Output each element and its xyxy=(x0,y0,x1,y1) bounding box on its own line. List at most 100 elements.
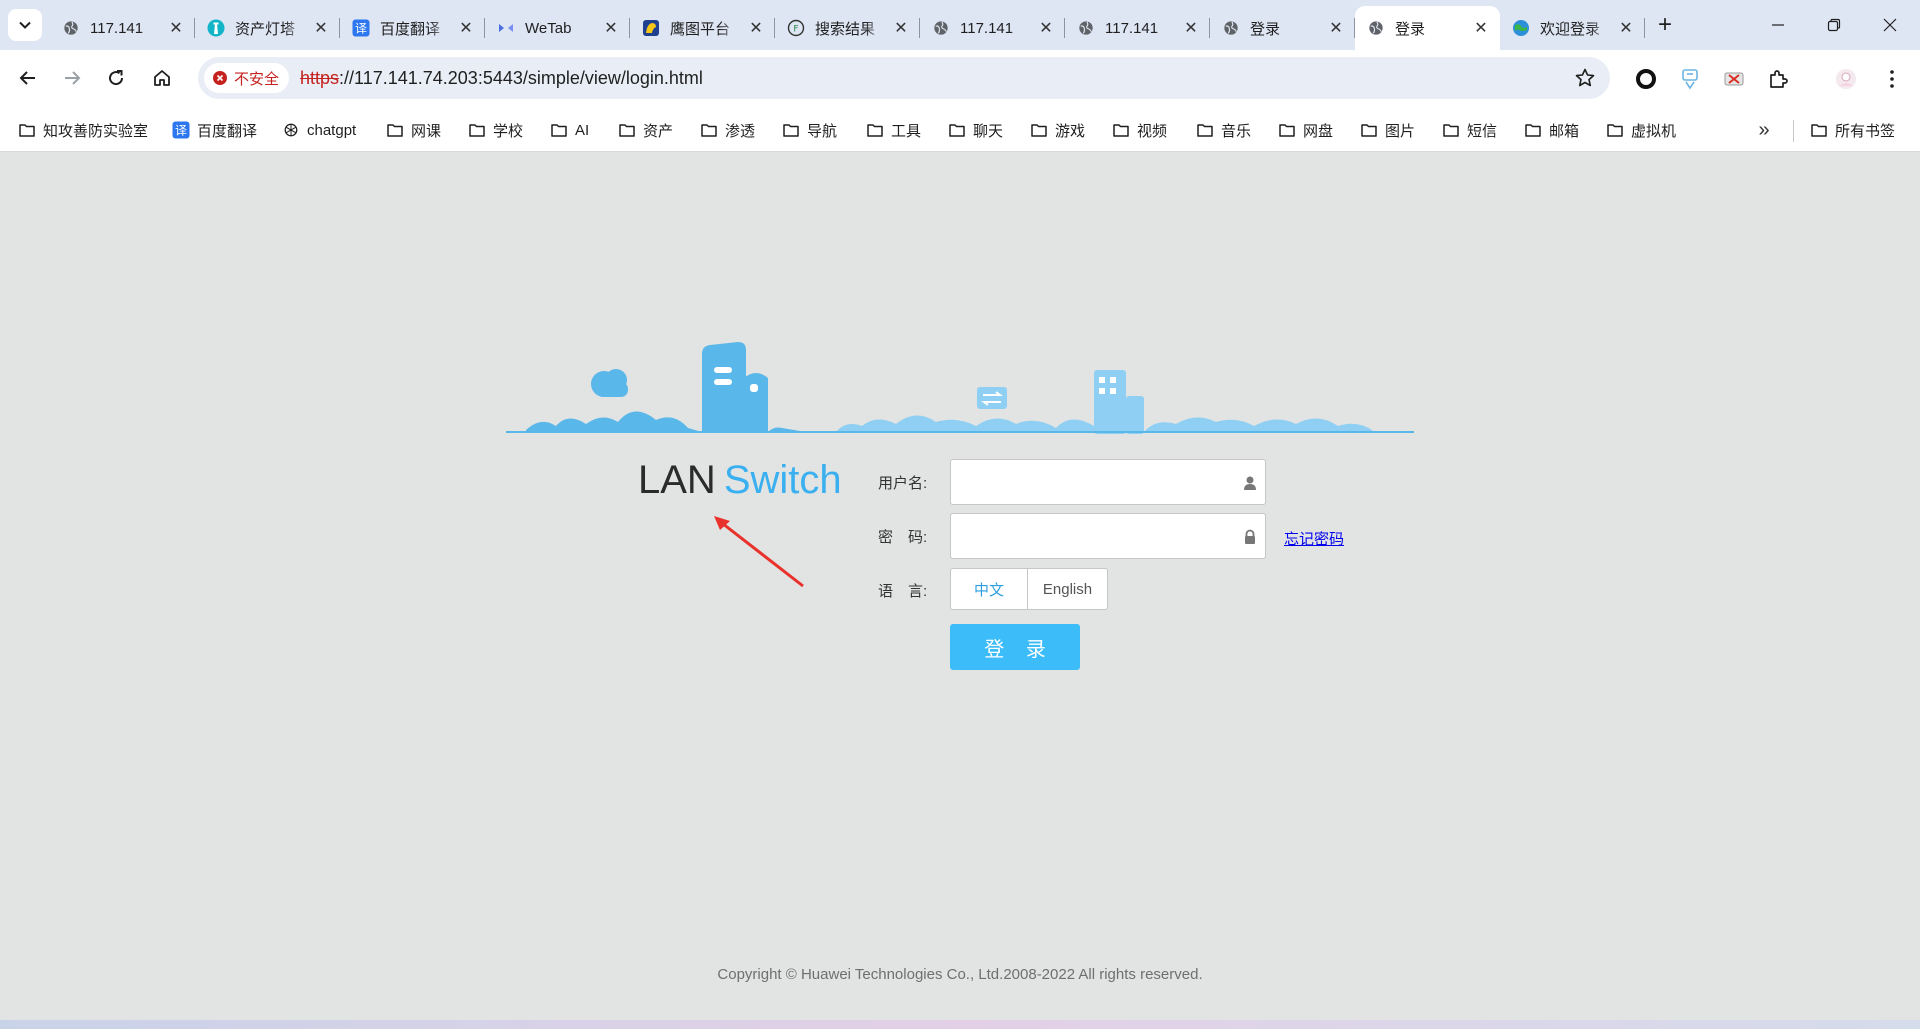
folder-icon xyxy=(1524,121,1542,139)
login-button[interactable]: 登 录 xyxy=(950,624,1080,670)
bookmark-label: 邮箱 xyxy=(1549,122,1580,140)
bookmark-label: 网盘 xyxy=(1303,122,1334,140)
extension-blocker[interactable] xyxy=(1718,63,1750,95)
globe-icon xyxy=(932,19,950,37)
reload-button[interactable] xyxy=(98,60,134,96)
insecure-warning-icon xyxy=(213,71,227,85)
profile-avatar[interactable] xyxy=(1830,63,1862,95)
bookmark-item[interactable]: 游戏 xyxy=(1030,116,1085,144)
restore-button[interactable] xyxy=(1806,0,1862,50)
tab[interactable]: 欢迎登录 ✕ xyxy=(1500,6,1645,50)
bookmark-label: 导航 xyxy=(807,122,838,140)
tab-search-button[interactable] xyxy=(8,9,42,41)
tab-close-icon[interactable]: ✕ xyxy=(747,19,765,37)
language-selector: 中文 English xyxy=(950,568,1108,610)
bookmark-label: 资产 xyxy=(643,122,674,140)
bookmark-item[interactable]: chatgpt xyxy=(282,116,356,144)
bookmark-item[interactable]: 译百度翻译 xyxy=(172,116,257,144)
home-button[interactable] xyxy=(144,60,180,96)
language-english-button[interactable]: English xyxy=(1028,568,1108,610)
tab[interactable]: F 搜索结果 ✕ xyxy=(775,6,920,50)
tab[interactable]: 117.141 ✕ xyxy=(1065,6,1210,50)
bookmark-item[interactable]: 虚拟机 xyxy=(1606,116,1676,144)
username-field[interactable] xyxy=(950,459,1266,505)
tab[interactable]: 鹰图平台 ✕ xyxy=(630,6,775,50)
tab-close-icon[interactable]: ✕ xyxy=(312,19,330,37)
close-window-button[interactable] xyxy=(1862,0,1918,50)
bookmark-item[interactable]: 图片 xyxy=(1360,116,1415,144)
bookmark-item[interactable]: 短信 xyxy=(1442,116,1497,144)
tab-close-icon[interactable]: ✕ xyxy=(1472,19,1490,37)
address-bar[interactable]: 不安全 https://117.141.74.203:5443/simple/v… xyxy=(198,57,1610,99)
url-text[interactable]: https://117.141.74.203:5443/simple/view/… xyxy=(300,68,703,89)
bookmark-item[interactable]: 聊天 xyxy=(948,116,1003,144)
bookmark-item[interactable]: 知攻善防实验室 xyxy=(18,116,148,144)
tab[interactable]: 117.141 ✕ xyxy=(50,6,195,50)
all-bookmarks-label: 所有书签 xyxy=(1835,122,1896,140)
folder-icon xyxy=(386,121,404,139)
forward-button[interactable] xyxy=(54,60,90,96)
extension-translate[interactable] xyxy=(1674,63,1706,95)
language-chinese-button[interactable]: 中文 xyxy=(950,568,1028,610)
tab-active[interactable]: 登录 ✕ xyxy=(1355,6,1500,50)
tab-close-icon[interactable]: ✕ xyxy=(1037,19,1055,37)
lighthouse-icon xyxy=(207,19,225,37)
password-label: 密 码: xyxy=(878,529,928,546)
bookmark-star-icon[interactable] xyxy=(1574,67,1596,89)
all-bookmarks-button[interactable]: 所有书签 xyxy=(1810,116,1895,144)
tab-close-icon[interactable]: ✕ xyxy=(1182,19,1200,37)
tab[interactable]: 117.141 ✕ xyxy=(920,6,1065,50)
bookmark-item[interactable]: AI xyxy=(550,116,589,144)
browser-toolbar: 不安全 https://117.141.74.203:5443/simple/v… xyxy=(0,50,1920,108)
tab[interactable]: 资产灯塔 ✕ xyxy=(195,6,340,50)
tab-close-icon[interactable]: ✕ xyxy=(892,19,910,37)
bookmark-label: 虚拟机 xyxy=(1631,122,1677,140)
tab-title: 117.141 xyxy=(960,19,1014,37)
browser-menu-button[interactable] xyxy=(1876,63,1908,95)
bookmark-item[interactable]: 视频 xyxy=(1112,116,1167,144)
bookmark-item[interactable]: 网课 xyxy=(386,116,441,144)
bookmark-item[interactable]: 导航 xyxy=(782,116,837,144)
password-input[interactable] xyxy=(951,514,1265,558)
tab-separator xyxy=(1644,18,1645,38)
username-input[interactable] xyxy=(951,460,1265,504)
bookmark-item[interactable]: 渗透 xyxy=(700,116,755,144)
tab-close-icon[interactable]: ✕ xyxy=(167,19,185,37)
url-scheme: https xyxy=(300,68,340,88)
bookmarks-overflow-button[interactable]: » xyxy=(1752,116,1776,144)
folder-icon xyxy=(948,121,966,139)
minimize-button[interactable] xyxy=(1750,0,1806,50)
bookmark-item[interactable]: 音乐 xyxy=(1196,116,1251,144)
tab-close-icon[interactable]: ✕ xyxy=(1327,19,1345,37)
extension-ring[interactable] xyxy=(1630,63,1662,95)
new-tab-button[interactable]: + xyxy=(1650,10,1680,40)
bookmark-label: 学校 xyxy=(493,122,524,140)
bookmark-item[interactable]: 工具 xyxy=(866,116,921,144)
back-button[interactable] xyxy=(10,60,46,96)
bookmark-item[interactable]: 网盘 xyxy=(1278,116,1333,144)
extensions-menu-button[interactable] xyxy=(1762,63,1794,95)
bookmark-item[interactable]: 资产 xyxy=(618,116,673,144)
password-field[interactable] xyxy=(950,513,1266,559)
tab-title: 鹰图平台 xyxy=(670,20,731,38)
tab[interactable]: 登录 ✕ xyxy=(1210,6,1355,50)
forgot-password-link[interactable]: 忘记密码 xyxy=(1284,528,1344,549)
tab-close-icon[interactable]: ✕ xyxy=(1617,19,1635,37)
login-page: LAN Switch 用户名: 密 码: 忘记密码 语 言: 中文 English… xyxy=(0,152,1920,1020)
bookmark-item[interactable]: 邮箱 xyxy=(1524,116,1579,144)
tab[interactable]: 译百度翻译 ✕ xyxy=(340,6,485,50)
red-arrow-annotation xyxy=(714,516,804,588)
site-security-chip[interactable]: 不安全 xyxy=(204,63,290,93)
bookmark-item[interactable]: 学校 xyxy=(468,116,523,144)
folder-icon xyxy=(1278,121,1296,139)
tab-close-icon[interactable]: ✕ xyxy=(457,19,475,37)
username-label: 用户名: xyxy=(878,475,928,492)
tab-title: 百度翻译 xyxy=(380,20,441,38)
bookmark-label: 图片 xyxy=(1385,122,1416,140)
office-tower-icon xyxy=(1094,370,1144,434)
tab-close-icon[interactable]: ✕ xyxy=(602,19,620,37)
ring-extension-icon xyxy=(1636,69,1656,89)
folder-icon xyxy=(1360,121,1378,139)
tab[interactable]: WeTab ✕ xyxy=(485,6,630,50)
svg-text:译: 译 xyxy=(355,22,367,36)
